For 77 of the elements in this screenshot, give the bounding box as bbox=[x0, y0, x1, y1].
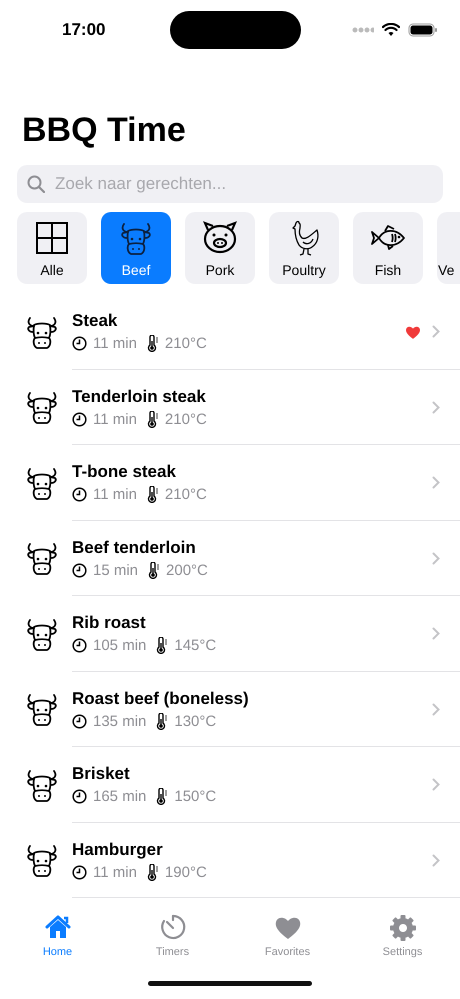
cook-time: 11 min bbox=[93, 410, 137, 428]
category-label: Beef bbox=[122, 262, 150, 278]
recipe-row[interactable]: Beef tenderloin 15 min 200°C bbox=[0, 520, 460, 596]
chevron-icon bbox=[432, 476, 440, 490]
cook-time: 105 min bbox=[93, 637, 146, 654]
clock-icon bbox=[72, 412, 87, 427]
cook-time: 135 min bbox=[93, 712, 146, 730]
category-tile[interactable]: Poultry bbox=[269, 212, 339, 284]
thermometer-icon bbox=[146, 335, 159, 352]
chevron-icon bbox=[432, 552, 440, 565]
category-tile[interactable]: Beef bbox=[101, 212, 171, 284]
recipe-name: Roast beef (boneless) bbox=[72, 688, 250, 709]
recipe-row[interactable]: Hamburger 11 min 190°C bbox=[0, 822, 460, 898]
category-label: Ve bbox=[438, 262, 454, 278]
chevron-icon bbox=[432, 778, 440, 792]
chevron-icon bbox=[432, 854, 440, 867]
cook-temperature: 145°C bbox=[174, 637, 216, 654]
chevron-icon bbox=[432, 702, 440, 716]
cook-temperature: 200°C bbox=[166, 562, 208, 579]
category-label: Pork bbox=[206, 262, 234, 278]
thermometer-icon bbox=[146, 864, 159, 881]
clock-icon bbox=[72, 638, 87, 654]
thermometer-icon bbox=[146, 410, 159, 428]
clock-icon bbox=[72, 487, 87, 502]
clock-icon bbox=[72, 336, 87, 352]
cook-time: 11 min bbox=[93, 486, 137, 504]
recipe-row[interactable]: Steak 11 min 210°C bbox=[0, 294, 460, 370]
search-icon bbox=[27, 175, 45, 193]
category-tile[interactable]: Pork bbox=[185, 212, 255, 284]
cook-time: 11 min bbox=[93, 335, 137, 352]
recipe-name: T-bone steak bbox=[72, 462, 177, 482]
tab-bar-item[interactable]: Home bbox=[0, 913, 115, 958]
thermometer-icon bbox=[156, 637, 168, 654]
category-tile[interactable]: Ve bbox=[437, 212, 460, 284]
cook-temperature: 210°C bbox=[164, 335, 207, 352]
category-tile[interactable]: Fish bbox=[353, 212, 423, 284]
chevron-icon bbox=[432, 627, 440, 640]
clock-icon bbox=[72, 789, 87, 804]
recipe-name: Hamburger bbox=[72, 840, 164, 860]
recipe-row[interactable]: Brisket 165 min 150°C bbox=[0, 747, 460, 822]
cook-time: 15 min bbox=[93, 562, 138, 579]
thermometer-icon bbox=[146, 486, 159, 504]
battery-icon bbox=[408, 23, 438, 37]
cook-time: 165 min bbox=[93, 788, 146, 806]
wifi-icon bbox=[382, 23, 400, 37]
cook-temperature: 210°C bbox=[164, 486, 207, 504]
recipe-row[interactable]: Rib roast 105 min 145°C bbox=[0, 596, 460, 672]
recipe-name: Steak bbox=[72, 311, 118, 332]
recipe-name: Brisket bbox=[72, 764, 131, 784]
clock-icon bbox=[72, 714, 87, 729]
cook-temperature: 190°C bbox=[164, 864, 207, 881]
gear-icon bbox=[388, 913, 418, 943]
cook-temperature: 150°C bbox=[174, 788, 216, 806]
category-label: Alle bbox=[40, 262, 64, 278]
recipe-row[interactable]: Roast beef (boneless) 135 min 130°C bbox=[0, 672, 460, 747]
chevron-icon bbox=[432, 325, 440, 338]
thermometer-icon bbox=[156, 712, 168, 730]
category-label: Fish bbox=[374, 262, 402, 278]
recipe-row[interactable]: Tenderloin steak 11 min 210°C bbox=[0, 370, 460, 445]
thermometer-icon bbox=[156, 788, 168, 806]
category-tile[interactable]: Alle bbox=[17, 212, 87, 284]
page-title: BBQ Time bbox=[22, 110, 187, 150]
search-field[interactable]: Zoek naar gerechten... bbox=[17, 165, 443, 203]
status-time: 17:00 bbox=[62, 20, 106, 40]
chevron-icon bbox=[432, 400, 440, 414]
signal-icon bbox=[352, 27, 374, 33]
cook-time: 11 min bbox=[93, 864, 137, 881]
clock-icon bbox=[72, 562, 87, 578]
recipe-name: Beef tenderloin bbox=[72, 538, 197, 558]
recipe-row[interactable]: T-bone steak 11 min 210°C bbox=[0, 445, 460, 520]
clock-icon bbox=[72, 864, 87, 880]
recipe-name: Rib roast bbox=[72, 613, 147, 634]
recipe-name: Tenderloin steak bbox=[72, 386, 207, 407]
cook-temperature: 130°C bbox=[174, 712, 216, 730]
cook-temperature: 210°C bbox=[164, 410, 207, 428]
category-label: Poultry bbox=[282, 262, 326, 278]
thermometer-icon bbox=[148, 562, 160, 579]
